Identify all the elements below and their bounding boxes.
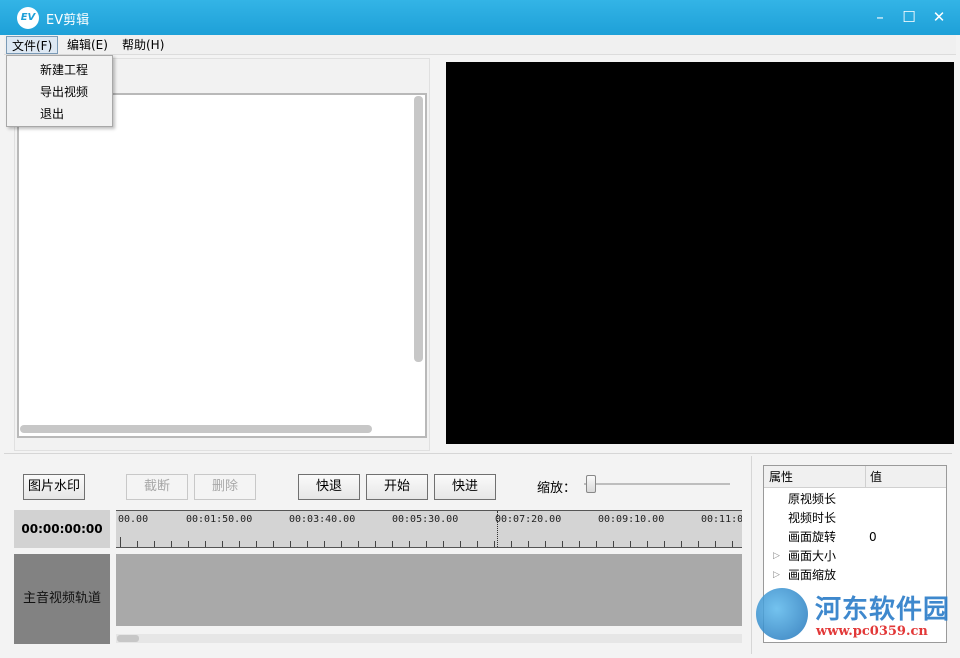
ruler-tick: [324, 541, 325, 547]
ruler-tick: [290, 541, 291, 547]
ruler-tick: [596, 541, 597, 547]
file-menu-dropdown: 新建工程 导出视频 退出: [6, 55, 113, 127]
ruler-tick: [341, 541, 342, 547]
ruler-tick: [137, 541, 138, 547]
menu-edit[interactable]: 编辑(E): [62, 36, 113, 54]
property-name: 画面缩放: [788, 568, 837, 582]
menu-help[interactable]: 帮助(H): [117, 36, 169, 54]
timeline-scrollbar-thumb[interactable]: [117, 635, 139, 642]
property-row[interactable]: 原视频长: [764, 490, 946, 509]
property-name: 画面大小: [788, 549, 837, 563]
watermark-brand: 河东软件园: [815, 595, 951, 625]
app-logo-icon: EV: [17, 7, 39, 29]
property-header-value: 值: [866, 466, 946, 488]
ruler-tick: [545, 541, 546, 547]
minimize-button[interactable]: –: [868, 6, 892, 28]
image-watermark-button[interactable]: 图片水印: [23, 474, 85, 500]
ruler-tick: [511, 541, 512, 547]
ruler-tick: [494, 541, 495, 547]
ruler-tick: [273, 541, 274, 547]
ruler-tick: [477, 541, 478, 547]
rewind-button[interactable]: 快退: [298, 474, 360, 500]
ruler-tick: [528, 541, 529, 547]
ruler-label: 00:01:50.00: [186, 514, 253, 525]
ruler-tick: [205, 541, 206, 547]
ruler-tick: [647, 541, 648, 547]
ruler-tick: [630, 541, 631, 547]
cut-button[interactable]: 截断: [126, 474, 188, 500]
ruler-tick: [256, 541, 257, 547]
ruler-tick: [664, 541, 665, 547]
ruler-label: 00:07:20.00: [495, 514, 562, 525]
timeline-ruler[interactable]: 00.00 00:01:50.00 00:03:40.00 00:05:30.0…: [116, 510, 742, 548]
ruler-label: 00:11:0: [701, 514, 742, 525]
ruler-tick: [375, 541, 376, 547]
watermark-url: www.pc0359.cn: [816, 624, 928, 639]
ruler-tick: [358, 541, 359, 547]
ruler-tick: [579, 541, 580, 547]
close-button[interactable]: ✕: [927, 6, 951, 28]
ruler-tick: [120, 537, 121, 547]
start-button[interactable]: 开始: [366, 474, 428, 500]
vertical-divider: [751, 456, 752, 654]
ruler-tick: [732, 541, 733, 547]
property-header-name: 属性: [764, 466, 866, 488]
media-list[interactable]: [17, 93, 427, 438]
forward-button[interactable]: 快进: [434, 474, 496, 500]
property-row[interactable]: ▷ 画面缩放: [764, 566, 946, 585]
ruler-label: 00:09:10.00: [598, 514, 665, 525]
property-row[interactable]: 视频时长: [764, 509, 946, 528]
property-name: 画面旋转: [788, 530, 837, 544]
horizontal-divider: [4, 453, 952, 454]
main-track-label: 主音视频轨道: [14, 554, 110, 644]
ruler-tick: [307, 541, 308, 547]
timecode-display: 00:00:00:00: [14, 510, 110, 548]
ruler-tick: [222, 541, 223, 547]
menu-item-exit[interactable]: 退出: [40, 105, 64, 122]
video-preview[interactable]: [446, 62, 954, 444]
ruler-tick: [239, 541, 240, 547]
ruler-tick: [460, 541, 461, 547]
ruler-tick: [681, 541, 682, 547]
property-row[interactable]: ▷ 画面大小: [764, 547, 946, 566]
timeline-scrollbar-track[interactable]: [116, 634, 742, 643]
ruler-tick: [171, 541, 172, 547]
ruler-tick: [154, 541, 155, 547]
ruler-tick: [443, 541, 444, 547]
title-bar: [0, 0, 960, 35]
menu-item-export-video[interactable]: 导出视频: [40, 83, 88, 100]
window-title: EV剪辑: [46, 13, 90, 28]
zoom-label: 缩放：: [537, 481, 577, 496]
expand-arrow-icon[interactable]: ▷: [773, 566, 780, 585]
property-name: 视频时长: [788, 511, 837, 525]
ruler-tick: [409, 541, 410, 547]
property-value: 0: [869, 530, 877, 544]
media-list-horizontal-scrollbar[interactable]: [20, 425, 372, 433]
zoom-slider-thumb[interactable]: [586, 475, 596, 493]
ruler-tick: [715, 541, 716, 547]
expand-arrow-icon[interactable]: ▷: [773, 547, 780, 566]
ruler-label: 00.00: [118, 514, 149, 525]
ruler-tick: [426, 541, 427, 547]
menu-item-new-project[interactable]: 新建工程: [40, 61, 88, 78]
zoom-slider-track[interactable]: [584, 483, 730, 485]
ruler-tick: [392, 541, 393, 547]
ruler-tick: [698, 541, 699, 547]
menu-file[interactable]: 文件(F): [6, 36, 59, 54]
main-track-area[interactable]: [116, 554, 742, 626]
ruler-tick: [562, 541, 563, 547]
property-name: 原视频长: [788, 492, 837, 506]
ruler-tick: [188, 541, 189, 547]
ruler-label: 00:05:30.00: [392, 514, 459, 525]
watermark-logo-icon: [756, 588, 808, 640]
ruler-tick: [613, 541, 614, 547]
property-row[interactable]: 画面旋转 0: [764, 528, 946, 547]
maximize-button[interactable]: ☐: [897, 6, 921, 28]
timeline-marker-line: [497, 511, 498, 547]
ruler-label: 00:03:40.00: [289, 514, 356, 525]
delete-button[interactable]: 删除: [194, 474, 256, 500]
media-list-vertical-scrollbar[interactable]: [414, 96, 423, 362]
